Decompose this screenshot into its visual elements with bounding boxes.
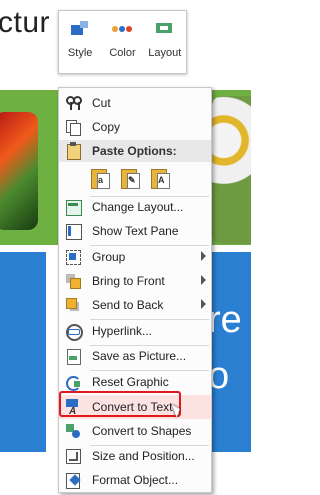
paste-options-label: Paste Options: [92, 144, 177, 158]
menu-item-label: Copy [92, 120, 121, 134]
highlight-box [59, 391, 181, 417]
group-icon [63, 247, 83, 267]
convert-to-shapes-icon [63, 421, 83, 441]
menu-item-label: Hyperlink... [92, 324, 153, 338]
paste-text-only-button[interactable]: A [149, 165, 171, 189]
change-layout-icon [63, 197, 83, 217]
menu-item-send-to-back[interactable]: Send to Back [59, 293, 211, 317]
menu-item-size-and-position[interactable]: Size and Position... [59, 444, 211, 468]
paste-picture-button[interactable]: ✎ [119, 165, 141, 189]
paste-options-header: Paste Options: [59, 140, 211, 162]
panel-text-line1: re [208, 299, 242, 341]
slide-title-fragment: ctur [0, 6, 51, 39]
menu-item-save-as-picture[interactable]: Save as Picture... [59, 344, 211, 368]
menu-item-label: Size and Position... [92, 449, 195, 463]
color-dot [126, 26, 133, 32]
copy-icon [63, 117, 83, 137]
text-pane-icon [63, 221, 83, 241]
format-object-icon [63, 470, 83, 490]
color-button[interactable]: Color [101, 11, 143, 73]
smartart-blue-panel-left [0, 252, 46, 452]
reset-graphic-icon [63, 372, 83, 392]
paste-keep-formatting-button[interactable]: a [89, 165, 111, 189]
style-button[interactable]: Style [59, 11, 101, 73]
mini-toolbar: Style Color Layout [58, 10, 187, 74]
menu-item-label: Change Layout... [92, 200, 184, 214]
submenu-arrow-icon [201, 299, 206, 309]
menu-item-cut[interactable]: Cut [59, 91, 211, 115]
submenu-arrow-icon [201, 251, 206, 261]
bring-to-front-icon [63, 271, 83, 291]
submenu-arrow-icon [201, 275, 206, 285]
clipboard-icon [63, 141, 83, 161]
color-label: Color [109, 47, 136, 59]
layout-icon [154, 21, 176, 37]
menu-item-change-layout[interactable]: Change Layout... [59, 195, 211, 219]
menu-item-label: Convert to Shapes [92, 424, 192, 438]
layout-label: Layout [148, 47, 182, 59]
menu-item-label: Group [92, 250, 126, 264]
style-icon [69, 21, 91, 37]
color-dot [112, 26, 119, 32]
menu-item-show-text-pane[interactable]: Show Text Pane [59, 219, 211, 243]
menu-item-label: Cut [92, 96, 111, 110]
color-dot [119, 26, 126, 32]
color-icon [111, 21, 133, 37]
paste-options-row: a ✎ A [87, 165, 187, 191]
menu-item-hyperlink[interactable]: Hyperlink... [59, 319, 211, 343]
menu-item-convert-to-shapes[interactable]: Convert to Shapes [59, 419, 211, 443]
menu-item-label: Bring to Front [92, 274, 165, 288]
menu-item-copy[interactable]: Copy [59, 115, 211, 139]
smartart-panel-text: re o [208, 292, 242, 404]
menu-item-group[interactable]: Group [59, 245, 211, 269]
menu-item-label: Save as Picture... [92, 349, 187, 363]
style-label: Style [67, 47, 93, 59]
send-to-back-icon [63, 295, 83, 315]
menu-item-label: Show Text Pane [92, 224, 179, 238]
menu-item-label: Send to Back [92, 298, 164, 312]
context-menu: Cut Copy Paste Options: a ✎ A Change Lay… [58, 87, 212, 493]
layout-button[interactable]: Layout [144, 11, 186, 73]
tulip-photo [0, 112, 38, 230]
save-picture-icon [63, 346, 83, 366]
size-position-icon [63, 446, 83, 466]
hyperlink-icon [63, 321, 83, 341]
menu-item-format-object[interactable]: Format Object... [59, 468, 211, 492]
panel-text-line2: o [208, 355, 230, 397]
scissors-icon [63, 93, 83, 113]
menu-item-label: Reset Graphic [92, 375, 169, 389]
menu-item-bring-to-front[interactable]: Bring to Front [59, 269, 211, 293]
daisy-photo [212, 96, 251, 244]
menu-item-label: Format Object... [92, 473, 179, 487]
